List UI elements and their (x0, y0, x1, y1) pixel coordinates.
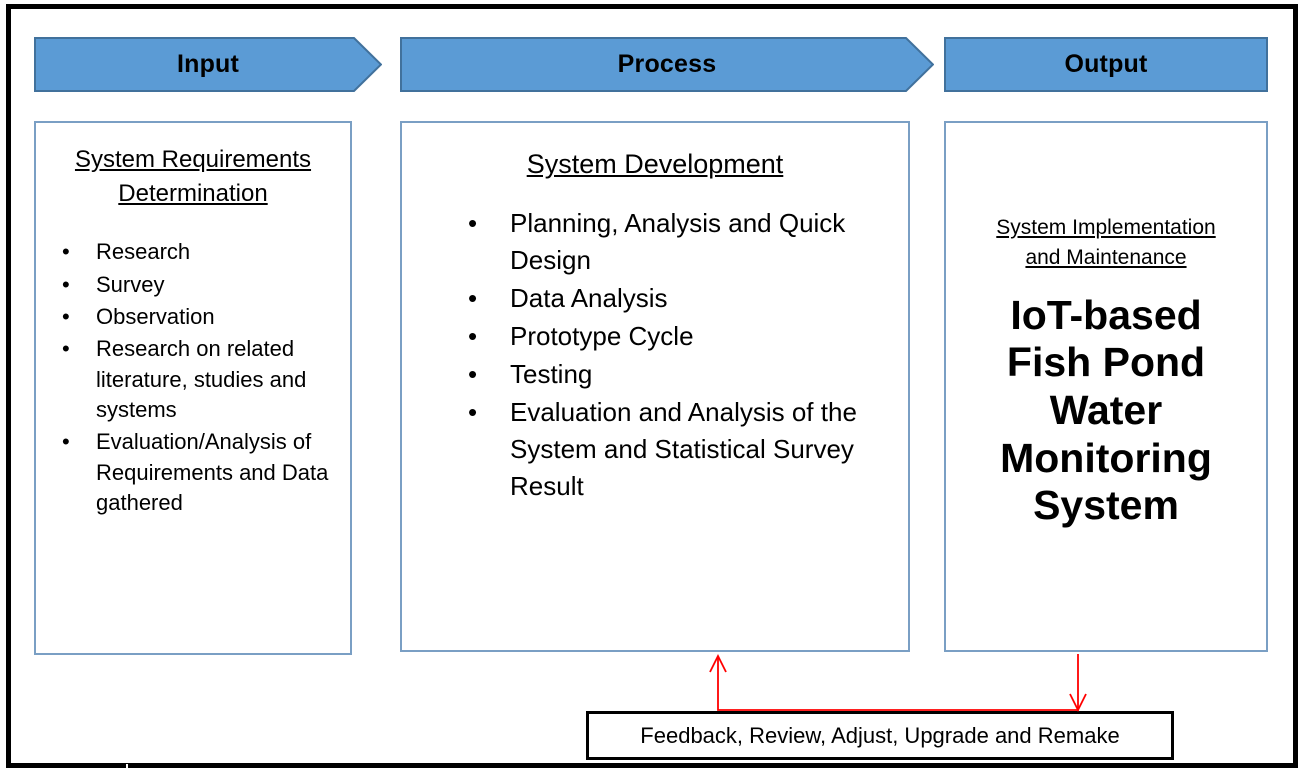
process-bullet-list: • Planning, Analysis and Quick Design • … (402, 205, 908, 504)
list-item: • Observation (62, 302, 350, 332)
feedback-label: Feedback, Review, Adjust, Upgrade and Re… (640, 722, 1120, 748)
output-box-title-line1: System Implementation (996, 216, 1216, 239)
feedback-loop-arrows (690, 648, 1110, 718)
banner-output: Output (944, 37, 1268, 92)
list-item: • Data Analysis (468, 280, 908, 317)
bullet-icon: • (468, 321, 478, 352)
list-item-label: Observation (96, 303, 215, 329)
system-name-line2: Fish Pond (1006, 339, 1206, 386)
feedback-box: Feedback, Review, Adjust, Upgrade and Re… (586, 711, 1174, 760)
list-item-label: Research (96, 239, 191, 265)
list-item: • Testing (468, 356, 908, 393)
system-name-line1: IoT-based (1010, 291, 1202, 338)
list-item: • Survey (62, 270, 350, 300)
output-content-box: System Implementation and Maintenance Io… (944, 121, 1268, 652)
input-box-title-line1: System Requirements (74, 146, 312, 173)
bullet-icon: • (468, 396, 478, 427)
list-item-label: Testing (510, 358, 593, 389)
list-item-label: Research on related literature, studies … (96, 336, 307, 422)
banner-process-label: Process (617, 50, 717, 78)
list-item-label: Data Analysis (510, 283, 668, 314)
list-item: • Evaluation/Analysis of Requirements an… (62, 427, 350, 518)
list-item-label: Survey (96, 271, 165, 297)
system-name-line5: System (1033, 482, 1179, 529)
input-box-title: System Requirements Determination (36, 123, 350, 211)
banner-input-label: Input (176, 50, 240, 78)
output-box-title-line2: and Maintenance (1025, 246, 1187, 270)
system-name-line4: Monitoring (1000, 434, 1212, 481)
list-item-label: Planning, Analysis and Quick Design (510, 208, 846, 276)
diagram-canvas: Input Process Output System Requirements… (0, 0, 1308, 781)
output-box-title: System Implementation and Maintenance (946, 123, 1266, 274)
bullet-icon: • (62, 429, 70, 455)
bullet-icon: • (62, 271, 70, 297)
process-content-box: System Development • Planning, Analysis … (400, 121, 910, 652)
list-item: • Research on related literature, studie… (62, 334, 350, 425)
list-item-label: Prototype Cycle (510, 321, 694, 352)
frame-tick-mark (126, 764, 128, 774)
input-content-box: System Requirements Determination • Rese… (34, 121, 352, 655)
system-name-title: IoT-based Fish Pond Water Monitoring Sys… (946, 274, 1266, 530)
bullet-icon: • (468, 358, 478, 389)
process-box-title: System Development (526, 149, 784, 179)
bullet-icon: • (62, 336, 70, 362)
list-item: • Planning, Analysis and Quick Design (468, 205, 908, 279)
banner-output-label: Output (1064, 50, 1148, 78)
input-box-title-line2: Determination (118, 180, 268, 208)
system-name-line3: Water (1049, 386, 1163, 433)
list-item-label: Evaluation and Analysis of the System an… (510, 396, 857, 501)
banner-process: Process (400, 37, 934, 92)
input-bullet-list: • Research • Survey • Observation • Rese… (36, 237, 350, 518)
bullet-icon: • (468, 283, 478, 314)
list-item: • Research (62, 237, 350, 267)
bullet-icon: • (468, 208, 478, 239)
bullet-icon: • (62, 239, 70, 265)
list-item-label: Evaluation/Analysis of Requirements and … (96, 429, 329, 516)
banner-input: Input (34, 37, 382, 92)
list-item: • Evaluation and Analysis of the System … (468, 394, 908, 505)
bullet-icon: • (62, 303, 70, 329)
list-item: • Prototype Cycle (468, 318, 908, 355)
